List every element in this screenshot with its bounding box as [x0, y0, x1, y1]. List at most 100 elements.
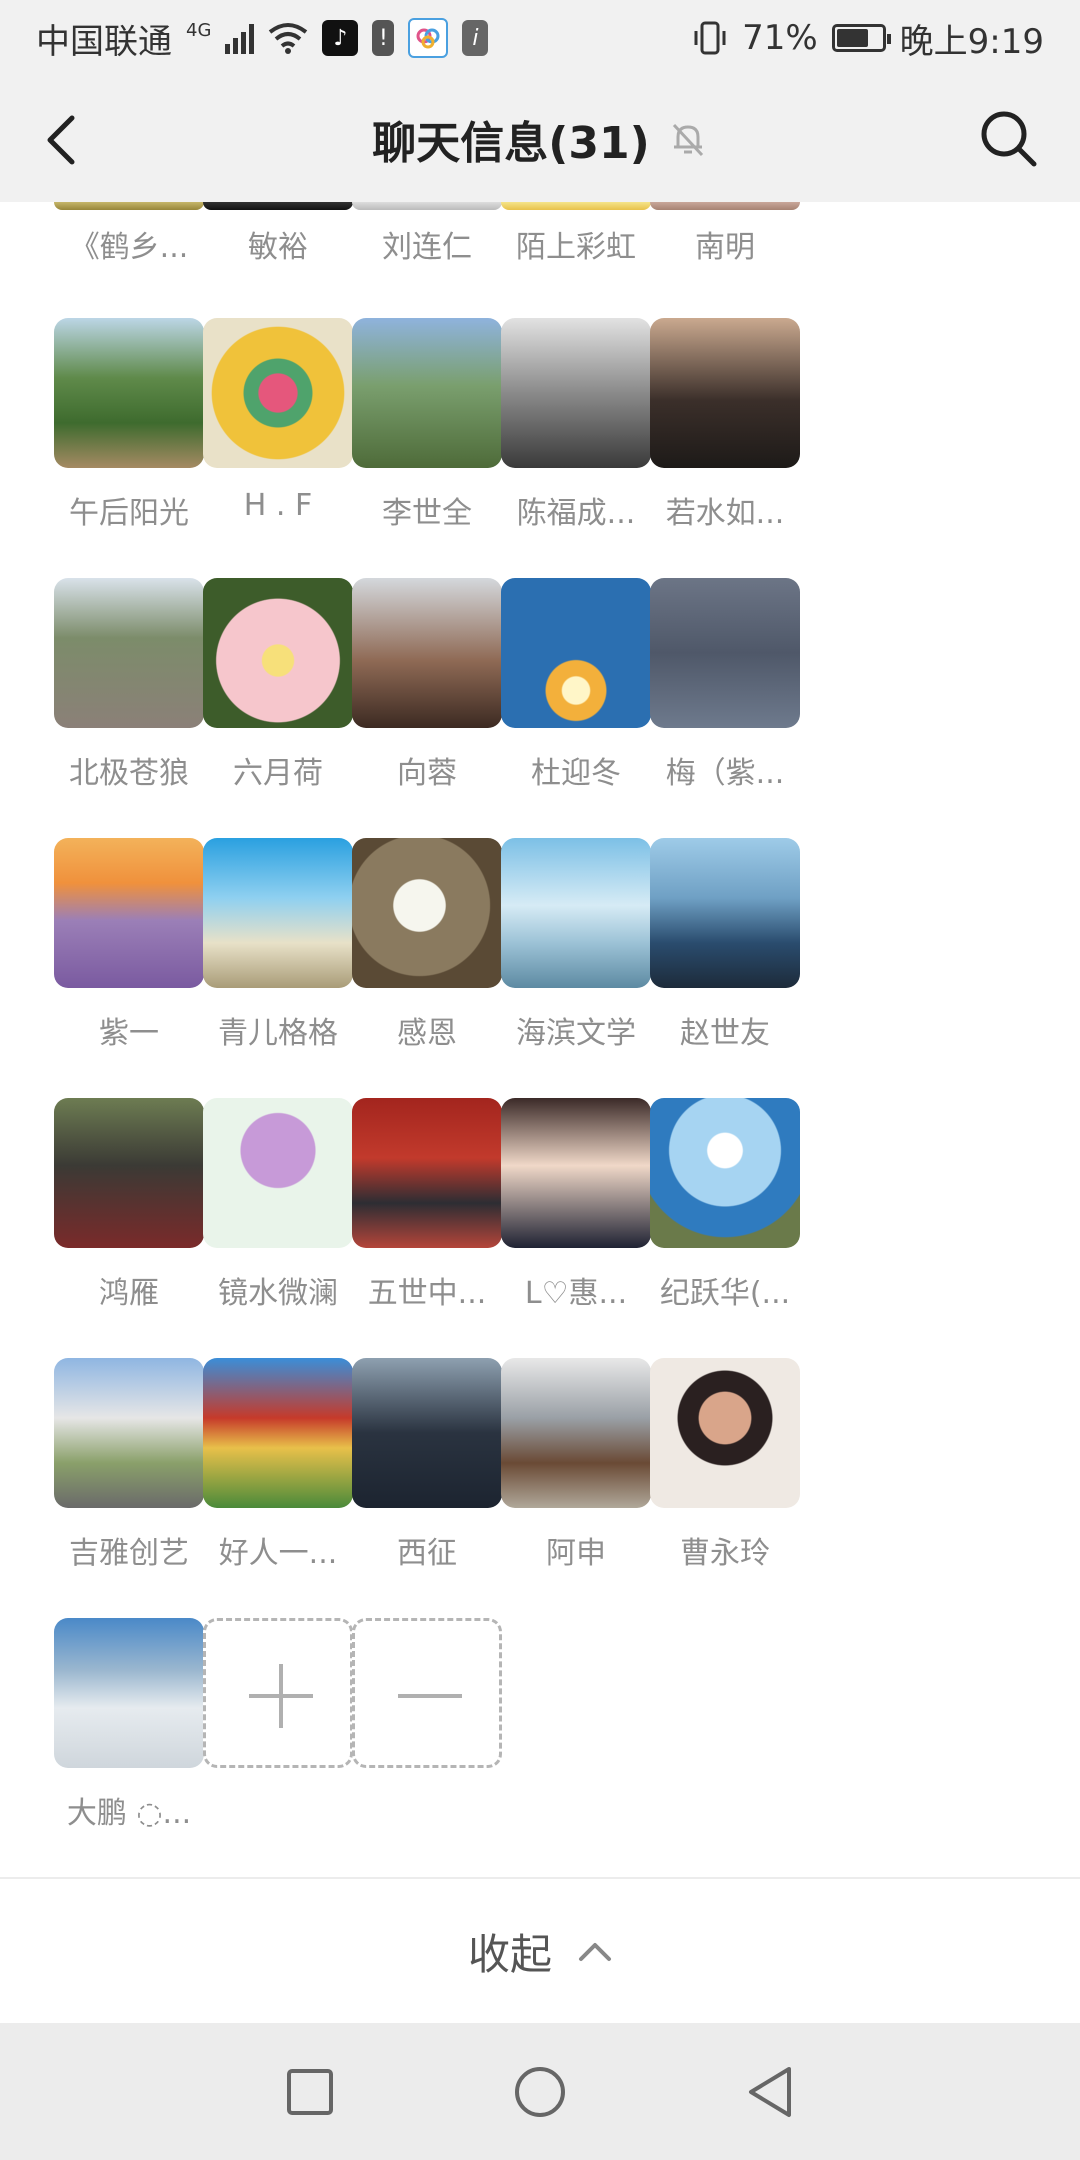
member-item[interactable]: 大鹏 ◌...: [44, 1618, 214, 1832]
member-name: H . F: [243, 488, 313, 523]
member-name: 陈福成...: [516, 496, 636, 531]
add-member-button[interactable]: [193, 1618, 363, 1768]
member-item[interactable]: 西征: [342, 1358, 512, 1572]
member-item[interactable]: 鸿雁: [44, 1098, 214, 1312]
member-name: 纪跃华(...: [659, 1276, 791, 1311]
member-item[interactable]: 向蓉: [342, 578, 512, 792]
member-name: 陌上彩虹: [516, 230, 636, 265]
avatar: [650, 318, 800, 468]
member-name: 青儿格格: [218, 1016, 338, 1051]
battery-icon: [831, 24, 891, 52]
member-item[interactable]: 吉雅创艺: [44, 1358, 214, 1572]
member-item[interactable]: 镜水微澜: [193, 1098, 363, 1312]
avatar: [54, 1358, 204, 1508]
member-item[interactable]: 梅（紫...: [640, 578, 810, 792]
member-item[interactable]: 好人一...: [193, 1358, 363, 1572]
wifi-icon: [269, 23, 308, 54]
member-item[interactable]: 纪跃华(...: [640, 1098, 810, 1312]
avatar: [501, 1358, 651, 1508]
member-item[interactable]: 陌上彩虹: [491, 202, 661, 266]
chevron-up-icon: [579, 1943, 611, 1961]
status-bar: 中国联通 4G ♪ ! i 71% 晚上9:19: [0, 0, 1080, 76]
member-item[interactable]: 紫一: [44, 838, 214, 1052]
member-name: 《鹤乡...: [69, 230, 189, 265]
member-name: 海滨文学: [516, 1016, 636, 1051]
status-left: 中国联通 4G ♪ ! i: [36, 14, 489, 63]
collapse-label: 收起: [467, 1929, 552, 1979]
member-item[interactable]: 午后阳光: [44, 318, 214, 532]
avatar: [650, 838, 800, 988]
avatar: [501, 578, 651, 728]
member-item[interactable]: 南明: [640, 202, 810, 266]
avatar: [650, 1358, 800, 1508]
carrier-label: 中国联通: [36, 21, 172, 62]
member-name: 刘连仁: [382, 230, 472, 265]
avatar: [352, 1358, 502, 1508]
member-item[interactable]: 刘连仁: [342, 202, 512, 266]
chat-info-header: 聊天信息(31): [0, 76, 1080, 202]
avatar: [650, 1098, 800, 1248]
member-name: 感恩: [397, 1016, 457, 1051]
home-button[interactable]: [510, 2062, 570, 2122]
member-name: 杜迎冬: [531, 756, 621, 791]
avatar: [501, 1098, 651, 1248]
search-button[interactable]: [976, 106, 1040, 170]
member-name: 若水如...: [665, 496, 785, 531]
page-title: 聊天信息(31): [372, 118, 650, 169]
avatar: [352, 318, 502, 468]
member-item[interactable]: H . F: [193, 318, 363, 523]
app-notification-icon: [408, 18, 449, 58]
avatar: [352, 202, 502, 210]
title-wrap: 聊天信息(31): [372, 107, 707, 171]
square-icon: [287, 2068, 333, 2115]
member-item[interactable]: 赵世友: [640, 838, 810, 1052]
member-item[interactable]: 感恩: [342, 838, 512, 1052]
member-grid: 《鹤乡... 敏裕 刘连仁 陌上彩虹 南明午后阳光 H . F 李世全 陈福成... 若水如..…: [0, 202, 1080, 1877]
remove-member-button[interactable]: [342, 1618, 512, 1768]
avatar: [54, 1618, 204, 1768]
member-item[interactable]: 杜迎冬: [491, 578, 661, 792]
back-button[interactable]: [36, 112, 92, 168]
avatar: [203, 1358, 353, 1508]
member-item[interactable]: 李世全: [342, 318, 512, 532]
member-item[interactable]: 北极苍狼: [44, 578, 214, 792]
member-item[interactable]: 若水如...: [640, 318, 810, 532]
avatar: [501, 838, 651, 988]
member-name: 北极苍狼: [69, 756, 189, 791]
avatar: [203, 838, 353, 988]
member-name: 镜水微澜: [218, 1276, 338, 1311]
member-name: 吉雅创艺: [69, 1536, 189, 1571]
member-item[interactable]: 阿申: [491, 1358, 661, 1572]
search-icon: [981, 111, 1037, 167]
network-type: 4G: [186, 19, 212, 41]
clock: 晚上9:19: [899, 21, 1044, 62]
member-item[interactable]: 海滨文学: [491, 838, 661, 1052]
recents-button[interactable]: [280, 2062, 340, 2122]
member-item[interactable]: 五世中...: [342, 1098, 512, 1312]
member-item[interactable]: L♡惠...: [491, 1098, 661, 1312]
vibrate-icon: [694, 21, 726, 55]
back-arrow-icon: [47, 115, 75, 165]
avatar: [203, 578, 353, 728]
collapse-button[interactable]: 收起: [0, 1879, 1080, 2023]
member-item[interactable]: 六月荷: [193, 578, 363, 792]
member-item[interactable]: 陈福成...: [491, 318, 661, 532]
member-item[interactable]: 曹永玲: [640, 1358, 810, 1572]
member-name: 梅（紫...: [665, 756, 785, 791]
member-name: 五世中...: [367, 1276, 487, 1311]
system-nav-bar: [0, 2023, 1080, 2160]
avatar: [54, 578, 204, 728]
triangle-back-icon: [749, 2066, 791, 2117]
avatar: [54, 1098, 204, 1248]
status-right: 71% 晚上9:19: [692, 14, 1044, 63]
member-name: 李世全: [382, 496, 472, 531]
notification-icon: !: [372, 20, 395, 56]
member-item[interactable]: 敏裕: [193, 202, 363, 266]
member-name: 南明: [695, 230, 755, 265]
avatar: [203, 1098, 353, 1248]
avatar: [501, 202, 651, 210]
avatar: [54, 318, 204, 468]
member-item[interactable]: 青儿格格: [193, 838, 363, 1052]
member-item[interactable]: 《鹤乡...: [44, 202, 214, 266]
back-nav-button[interactable]: [740, 2062, 800, 2122]
